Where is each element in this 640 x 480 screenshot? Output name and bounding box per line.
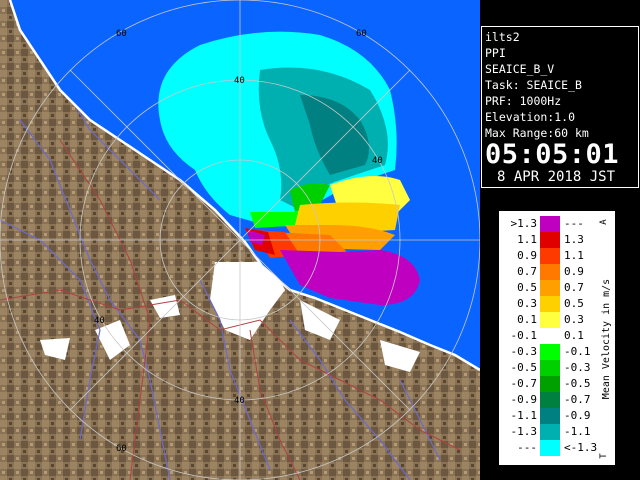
legend-row-lower: >1.3 <box>510 217 538 230</box>
legend-bottom-marker: T <box>599 453 609 459</box>
legend-row-lower: 0.3 <box>517 297 537 310</box>
ring-label-60-top-left: 60 <box>116 29 127 39</box>
scan-time: 05:05:01 <box>485 139 620 170</box>
velocity-legend: >1.3 --- 1.1 1.3 0.9 1.1 0.7 0.9 0.5 0.7 0.3 0.5 0.1… <box>499 211 615 465</box>
legend-row-lower: 0.5 <box>517 281 537 294</box>
legend-row-lower: 0.1 <box>517 313 537 326</box>
legend-row-lower: -1.1 <box>510 409 538 422</box>
elevation-label: Elevation:1.0 <box>485 110 576 124</box>
radar-ppi-map: 40 40 40 40 60 60 60 <box>0 0 480 480</box>
ring-label-40-bottom: 40 <box>234 396 245 406</box>
legend-row-lower: -0.3 <box>510 345 538 358</box>
ring-label-40-left: 40 <box>94 316 105 326</box>
legend-color-swatch <box>540 264 560 280</box>
ring-label-60-bottom-left: 60 <box>116 444 127 454</box>
legend-title: A Mean Velocity in m/s T <box>599 219 612 459</box>
legend-title-text: Mean Velocity in m/s <box>601 279 612 399</box>
scan-date: 8 APR 2018 JST <box>497 169 616 185</box>
range-rings <box>0 0 480 480</box>
product-type: PPI <box>485 46 506 60</box>
legend-row-lower: -0.1 <box>510 329 538 342</box>
legend-color-swatch <box>540 312 560 328</box>
ring-label-40-right: 40 <box>372 156 383 166</box>
task-label: Task: SEAICE_B <box>485 78 582 92</box>
legend-top-marker: A <box>599 219 609 225</box>
legend-color-swatch <box>540 232 560 248</box>
legend-row-lower: -0.7 <box>510 377 538 390</box>
product-name: SEAICE_B_V <box>485 62 555 76</box>
legend-color-swatch <box>540 360 560 376</box>
legend-row-lower: 0.9 <box>517 249 537 262</box>
legend-color-swatch <box>540 344 560 360</box>
legend-color-swatch <box>540 376 560 392</box>
ring-label-60-top-right: 60 <box>356 29 367 39</box>
station-name: ilts2 <box>485 30 520 44</box>
legend-row-lower: -0.9 <box>510 393 538 406</box>
legend-row-lower: -1.3 <box>510 425 538 438</box>
legend-row-lower: --- <box>517 441 537 454</box>
legend-color-swatch <box>540 424 560 440</box>
ring-label-40-top: 40 <box>234 76 245 86</box>
legend-color-swatch <box>540 216 560 232</box>
legend-color-swatch <box>540 280 560 296</box>
prf-label: PRF: 1000Hz <box>485 94 562 108</box>
legend-color-swatch <box>540 296 560 312</box>
legend-row-lower: -0.5 <box>510 361 538 374</box>
legend-color-swatch <box>540 328 560 344</box>
legend-color-swatch <box>540 408 560 424</box>
legend-row-lower: 1.1 <box>517 233 537 246</box>
legend-color-swatch <box>540 248 560 264</box>
legend-color-swatch <box>540 440 560 456</box>
legend-color-swatch <box>540 392 560 408</box>
radar-info-panel: ilts2 PPI SEAICE_B_V Task: SEAICE_B PRF:… <box>481 26 639 188</box>
legend-row-lower: 0.7 <box>517 265 537 278</box>
